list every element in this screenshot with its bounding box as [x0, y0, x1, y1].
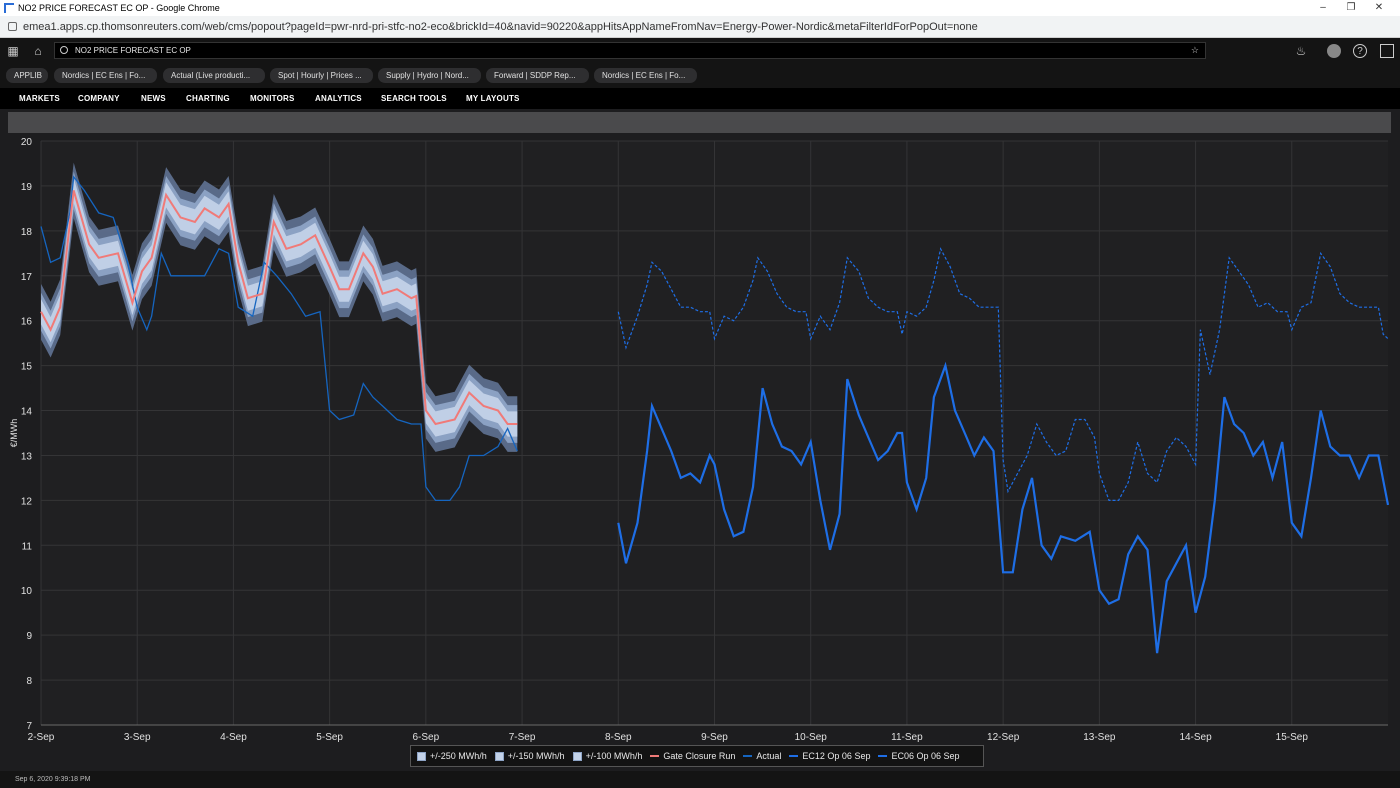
menu-news[interactable]: NEWS [141, 88, 166, 109]
app-logo-icon [4, 3, 14, 13]
y-tick-label: 15 [21, 362, 33, 373]
legend-label: +/-150 MWh/h [507, 751, 565, 761]
close-icon[interactable]: ✕ [1364, 0, 1394, 16]
tab-nordics-ec-ens-2[interactable]: Nordics | EC Ens | Fo... [594, 68, 697, 83]
menu-search-tools[interactable]: SEARCH TOOLS [381, 88, 447, 109]
x-tick-label: 11-Sep [891, 732, 923, 743]
y-tick-label: 9 [26, 631, 32, 642]
x-tick-label: 2-Sep [28, 732, 55, 743]
legend-item-band100[interactable]: +/-100 MWh/h [572, 751, 643, 761]
menu-monitors[interactable]: MONITORS [250, 88, 295, 109]
legend-swatch [572, 751, 582, 761]
y-tick-label: 7 [26, 721, 32, 732]
legend-item-ec06[interactable]: EC06 Op 06 Sep [878, 751, 960, 761]
legend-label: +/-100 MWh/h [585, 751, 643, 761]
tab-applib[interactable]: APPLIB [6, 68, 48, 83]
status-footer: Sep 6, 2020 9:39:18 PM [0, 771, 1400, 788]
x-tick-label: 8-Sep [605, 732, 632, 743]
legend-line [789, 755, 799, 757]
bell-icon[interactable]: ♨ [1294, 44, 1308, 58]
x-tick-label: 3-Sep [124, 732, 151, 743]
legend-item-actual[interactable]: Actual [743, 751, 781, 761]
legend-label: Actual [756, 751, 782, 761]
x-tick-label: 9-Sep [701, 732, 728, 743]
x-tick-label: 15-Sep [1276, 732, 1309, 743]
tab-spot-hourly[interactable]: Spot | Hourly | Prices ... [270, 68, 373, 83]
menu-markets[interactable]: MARKETS [19, 88, 60, 109]
chart-svg: 7 8 9 10 11 12 13 14 15 16 17 18 19 20 2-Sep 3-Sep 4-Sep… [9, 137, 1390, 743]
x-tick-label: 14-Sep [1179, 732, 1212, 743]
legend-line [878, 755, 888, 757]
grid-icon[interactable]: ▦ [6, 44, 20, 58]
star-icon[interactable]: ☆ [1191, 43, 1199, 58]
restore-icon[interactable]: ❐ [1336, 0, 1366, 16]
footer-timestamp: Sep 6, 2020 9:39:18 PM [15, 776, 91, 783]
menu-my-layouts[interactable]: MY LAYOUTS [466, 88, 520, 109]
lock-icon [8, 22, 17, 31]
y-tick-label: 8 [26, 676, 32, 687]
tab-forward-sddp[interactable]: Forward | SDDP Rep... [486, 68, 589, 83]
x-tick-label: 4-Sep [220, 732, 247, 743]
home-icon[interactable]: ⌂ [31, 44, 45, 58]
y-tick-label: 20 [21, 137, 33, 148]
address-bar[interactable]: emea1.apps.cp.thomsonreuters.com/web/cms… [0, 16, 1400, 38]
window-title: NO2 PRICE FORECAST EC OP - Google Chrome [18, 3, 220, 13]
legend-line [650, 755, 660, 757]
x-tick-label: 5-Sep [316, 732, 343, 743]
menu-charting[interactable]: CHARTING [186, 88, 230, 109]
legend-label: Gate Closure Run [663, 751, 736, 761]
y-tick-label: 13 [21, 451, 33, 462]
search-icon [60, 46, 68, 54]
legend-label: +/-250 MWh/h [430, 751, 487, 761]
legend-item-gate-closure[interactable]: Gate Closure Run [650, 751, 735, 761]
tab-nordics-ec-ens-1[interactable]: Nordics | EC Ens | Fo... [54, 68, 157, 83]
legend-swatch [417, 751, 426, 761]
y-tick-label: 14 [21, 407, 33, 418]
y-tick-label: 18 [21, 227, 33, 238]
x-tick-label: 10-Sep [795, 732, 828, 743]
menu-analytics[interactable]: ANALYTICS [315, 88, 362, 109]
y-tick-label: 19 [21, 182, 33, 193]
x-tick-label: 12-Sep [987, 732, 1020, 743]
legend-line [743, 755, 753, 757]
y-tick-label: 10 [21, 586, 33, 597]
browser-titlebar: NO2 PRICE FORECAST EC OP - Google Chrome… [0, 0, 1400, 16]
price-forecast-chart: 7 8 9 10 11 12 13 14 15 16 17 18 19 20 2-Sep 3-Sep 4-Sep… [0, 133, 1400, 773]
apps-icon[interactable] [1380, 44, 1394, 58]
y-axis-label: €/MWh [9, 419, 19, 448]
legend-label: EC06 Op 06 Sep [891, 751, 960, 761]
legend-label: EC12 Op 06 Sep [802, 751, 871, 761]
help-icon[interactable]: ? [1353, 44, 1367, 58]
chart-toolbar [8, 112, 1391, 133]
legend-item-band250[interactable]: +/-250 MWh/h [417, 751, 487, 761]
tab-supply-hydro[interactable]: Supply | Hydro | Nord... [378, 68, 481, 83]
menu-company[interactable]: COMPANY [78, 88, 120, 109]
y-tick-label: 11 [22, 541, 33, 552]
chart-legend: +/-250 MWh/h +/-150 MWh/h +/-100 MWh/h G… [410, 745, 984, 767]
y-tick-label: 12 [21, 496, 33, 507]
url-text[interactable]: emea1.apps.cp.thomsonreuters.com/web/cms… [23, 21, 978, 33]
x-tick-label: 6-Sep [413, 732, 440, 743]
tab-actual-live[interactable]: Actual (Live producti... [163, 68, 265, 83]
search-input[interactable]: NO2 PRICE FORECAST EC OP ☆ [54, 42, 1206, 59]
y-tick-label: 17 [21, 272, 33, 283]
legend-item-ec12[interactable]: EC12 Op 06 Sep [789, 751, 870, 761]
legend-swatch [494, 751, 504, 761]
legend-item-band150[interactable]: +/-150 MWh/h [494, 751, 565, 761]
y-tick-label: 16 [21, 317, 33, 328]
avatar[interactable] [1327, 44, 1341, 58]
minimize-icon[interactable]: – [1308, 0, 1338, 16]
x-tick-label: 13-Sep [1083, 732, 1116, 743]
search-value: NO2 PRICE FORECAST EC OP [75, 46, 191, 55]
x-tick-label: 7-Sep [509, 732, 536, 743]
